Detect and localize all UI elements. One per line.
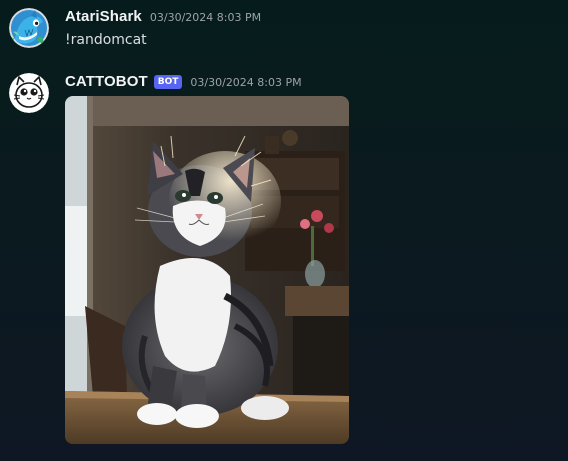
cat-face-avatar-icon <box>9 73 49 113</box>
username[interactable]: AtariShark <box>65 8 142 25</box>
bot-avatar[interactable] <box>9 73 49 113</box>
message-cattobot: CATTOBOT BOT 03/30/2024 8:03 PM <box>0 66 568 461</box>
message-content: !randomcat <box>65 32 147 48</box>
bot-badge: BOT <box>153 75 183 89</box>
message-header: CATTOBOT BOT 03/30/2024 8:03 PM <box>65 73 302 91</box>
kitten-photo[interactable] <box>65 96 349 444</box>
timestamp[interactable]: 03/30/2024 8:03 PM <box>190 76 301 89</box>
shark-avatar-icon <box>9 8 49 48</box>
message-header: AtariShark 03/30/2024 8:03 PM <box>65 8 261 25</box>
username[interactable]: CATTOBOT <box>65 73 148 90</box>
user-avatar[interactable] <box>9 8 49 48</box>
timestamp[interactable]: 03/30/2024 8:03 PM <box>150 11 261 24</box>
message-atarishark: AtariShark 03/30/2024 8:03 PM !randomcat <box>0 0 568 70</box>
